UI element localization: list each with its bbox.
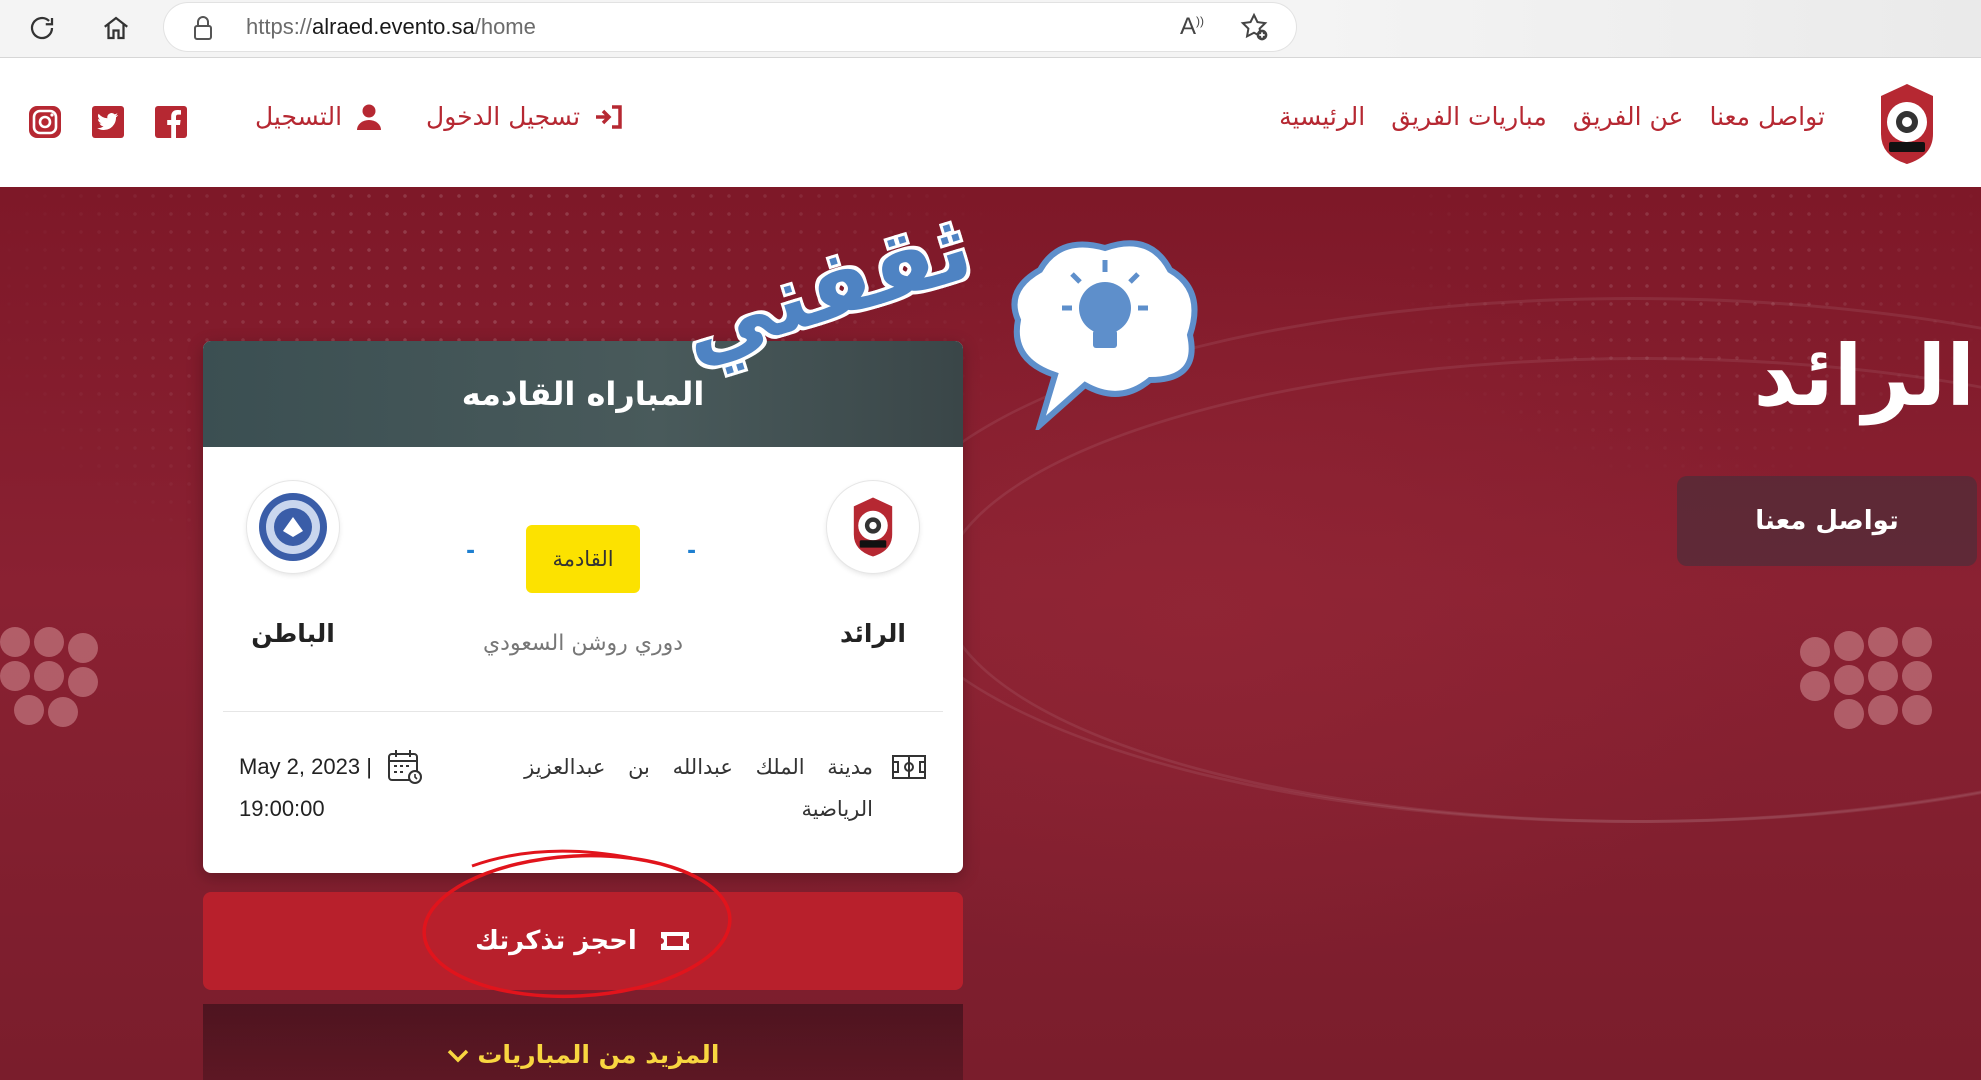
club-logo[interactable] <box>1875 82 1939 166</box>
home-icon[interactable] <box>98 10 134 46</box>
facebook-icon[interactable] <box>153 104 189 140</box>
home-team: الرائد <box>803 481 943 648</box>
nav-item-contact[interactable]: تواصل معنا <box>1709 102 1825 131</box>
away-team: الباطن <box>223 481 363 648</box>
more-matches-link[interactable]: المزيد من المباريات <box>203 1040 963 1069</box>
highlight-circle <box>422 849 732 999</box>
lightbulb-icon <box>1011 240 1198 430</box>
match-time: 19:00:00 <box>239 796 325 821</box>
more-matches-label: المزيد من المباريات <box>477 1040 720 1069</box>
register-label: التسجيل <box>255 102 343 131</box>
home-team-crest <box>827 481 919 573</box>
lock-icon[interactable] <box>192 15 214 45</box>
read-aloud-icon[interactable]: A)) <box>1180 13 1204 41</box>
card-divider <box>223 711 943 712</box>
card-header: المباراه القادمه <box>203 341 963 447</box>
read-aloud-label: A <box>1180 13 1197 40</box>
hero-title: الرائد <box>1753 327 1975 425</box>
address-bar[interactable]: https://alraed.evento.sa/home A)) <box>164 3 1296 51</box>
home-score: - <box>687 539 697 564</box>
card-title: المباراه القادمه <box>461 375 705 413</box>
venue: مدينة الملك عبدالله بن عبدالعزيز الرياضي… <box>507 746 927 830</box>
next-match-card: المباراه القادمه الرائد الباطن - - القاد… <box>203 341 963 873</box>
main-nav: الرئيسية مباريات الفريق عن الفريق تواصل … <box>1279 102 1825 131</box>
nav-item-home[interactable]: الرئيسية <box>1279 102 1365 131</box>
match-date: May 2, 2023 | <box>239 754 372 779</box>
nav-item-about-team[interactable]: عن الفريق <box>1573 102 1684 131</box>
away-score: - <box>466 539 476 564</box>
stadium-icon <box>892 755 926 779</box>
match-status-badge: القادمة <box>526 525 640 593</box>
toolbar-background <box>1300 0 1981 57</box>
contact-us-button[interactable]: تواصل معنا <box>1677 476 1977 566</box>
register-link[interactable]: التسجيل <box>255 102 382 131</box>
auth-links: التسجيل تسجيل الدخول <box>255 102 624 131</box>
competition-name: دوري روشن السعودي <box>482 631 684 656</box>
login-label: تسجيل الدخول <box>426 102 581 131</box>
sign-in-icon <box>596 104 622 129</box>
social-links <box>27 104 189 140</box>
chevron-down-icon <box>447 1049 468 1063</box>
nav-item-team-matches[interactable]: مباريات الفريق <box>1391 102 1547 131</box>
calendar-icon <box>387 750 422 784</box>
login-link[interactable]: تسجيل الدخول <box>426 102 624 131</box>
twitter-icon[interactable] <box>90 104 126 140</box>
url-host: alraed.evento.sa <box>312 14 475 39</box>
reload-icon[interactable] <box>24 10 60 46</box>
user-icon <box>357 104 382 130</box>
add-favorite-icon[interactable] <box>1238 11 1270 47</box>
away-team-crest <box>247 481 339 573</box>
match-datetime: May 2, 2023 | 19:00:00 <box>239 746 424 830</box>
url-path: /home <box>474 14 536 39</box>
site-header: الرئيسية مباريات الفريق عن الفريق تواصل … <box>0 58 1981 187</box>
instagram-icon[interactable] <box>27 104 63 140</box>
url-scheme: https:// <box>246 14 313 39</box>
browser-toolbar: https://alraed.evento.sa/home A)) <box>0 0 1981 58</box>
url-text[interactable]: https://alraed.evento.sa/home <box>246 14 536 40</box>
venue-text: مدينة الملك عبدالله بن عبدالعزيز الرياضي… <box>524 755 873 821</box>
